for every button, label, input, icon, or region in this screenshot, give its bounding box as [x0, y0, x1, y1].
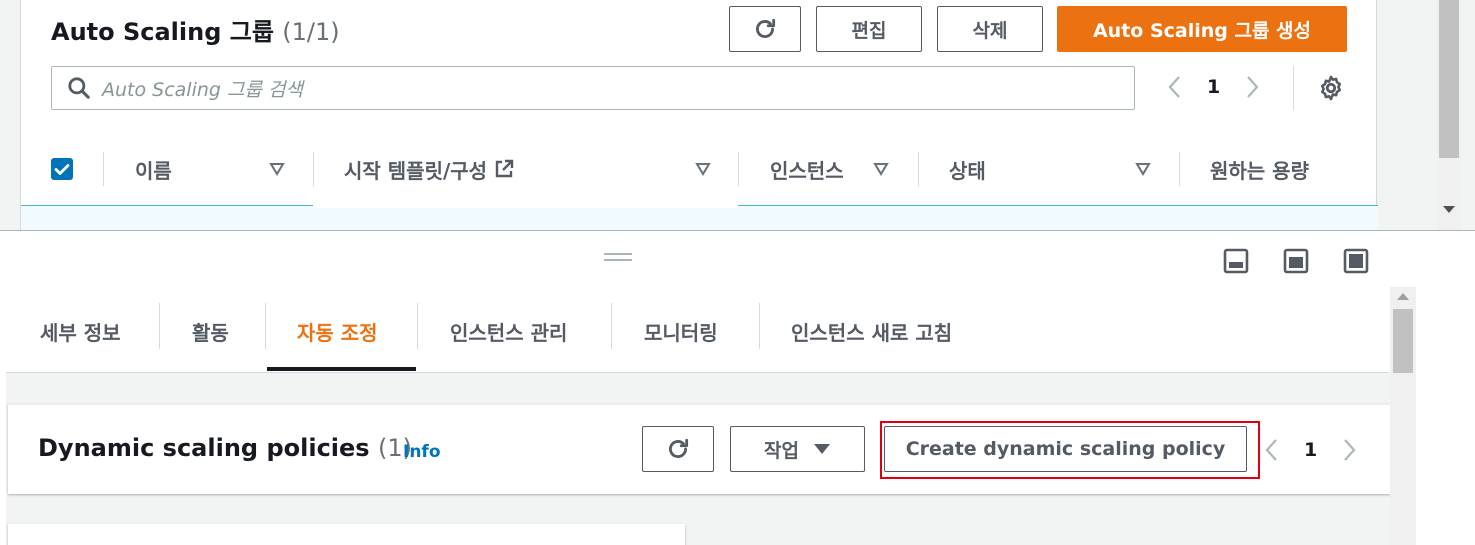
column-header-desired-capacity[interactable]: 원하는 용량	[1210, 140, 1309, 198]
scrollbar-thumb[interactable]	[1393, 309, 1413, 373]
panel-side-icon[interactable]	[1283, 248, 1309, 274]
asg-title: Auto Scaling 그룹 (1/1)	[51, 12, 340, 47]
asg-search-input[interactable]: Auto Scaling 그룹 검색	[51, 66, 1135, 110]
pager-divider	[1293, 66, 1294, 110]
column-header-name[interactable]: 이름	[135, 140, 172, 198]
tab-details[interactable]: 세부 정보	[40, 317, 121, 346]
tab-divider	[265, 303, 266, 349]
policies-page-number[interactable]: 1	[1304, 439, 1317, 461]
asg-pagination: 1	[1165, 74, 1262, 100]
column-header-instances[interactable]: 인스턴스	[770, 140, 844, 198]
scroll-down-arrow-icon[interactable]	[1443, 206, 1455, 213]
caret-down-icon	[813, 444, 830, 454]
column-divider	[1179, 152, 1180, 186]
column-divider	[313, 152, 314, 186]
refresh-icon	[669, 438, 689, 458]
chevron-left-icon[interactable]	[1262, 437, 1282, 463]
sort-down-icon[interactable]	[1135, 162, 1151, 176]
chevron-right-icon[interactable]	[1242, 74, 1262, 100]
scroll-up-arrow-icon[interactable]	[1397, 293, 1409, 300]
tab-divider	[159, 303, 160, 349]
actions-label: 작업	[764, 439, 799, 462]
tab-monitoring[interactable]: 모니터링	[644, 317, 718, 346]
sort-down-icon[interactable]	[873, 162, 889, 176]
policies-pagination: 1	[1262, 437, 1359, 463]
panel-full-icon[interactable]	[1343, 248, 1369, 274]
refresh-icon	[756, 18, 776, 38]
asg-panel: Auto Scaling 그룹 (1/1) 편집 삭제 Auto Scaling…	[0, 0, 1461, 230]
sort-down-icon[interactable]	[695, 162, 711, 176]
asg-refresh-button[interactable]	[729, 6, 801, 52]
asg-page-number[interactable]: 1	[1207, 76, 1220, 98]
table-row[interactable]	[21, 205, 1378, 230]
tab-instance-refresh[interactable]: 인스턴스 새로 고침	[791, 317, 952, 346]
tab-divider	[759, 303, 760, 349]
gear-icon[interactable]	[1317, 74, 1345, 102]
annotation-highlight-box	[880, 421, 1260, 479]
tab-activity[interactable]: 활동	[192, 317, 229, 346]
column-divider	[103, 152, 104, 186]
policies-title-text: Dynamic scaling policies	[38, 434, 370, 462]
details-panel-scrollbar[interactable]	[1390, 287, 1416, 545]
asg-title-text: Auto Scaling 그룹	[51, 18, 274, 46]
policy-item-card	[8, 524, 685, 545]
tab-automatic-scaling[interactable]: 자동 조정	[297, 317, 378, 346]
asg-delete-button[interactable]: 삭제	[937, 6, 1043, 52]
external-link-icon	[495, 159, 514, 178]
tab-instance-management[interactable]: 인스턴스 관리	[450, 317, 567, 346]
search-icon	[68, 77, 90, 99]
asg-panel-scrollbar[interactable]	[1437, 0, 1461, 230]
asg-search-placeholder: Auto Scaling 그룹 검색	[102, 78, 303, 101]
chevron-left-icon[interactable]	[1165, 74, 1185, 100]
row-highlight-gap	[313, 198, 738, 208]
asg-create-button[interactable]: Auto Scaling 그룹 생성	[1057, 6, 1347, 52]
tab-divider	[417, 303, 418, 349]
column-divider	[738, 152, 739, 186]
asg-edit-button[interactable]: 편집	[816, 6, 922, 52]
panel-bottom-icon[interactable]	[1223, 248, 1249, 274]
info-link[interactable]: Info	[403, 442, 441, 462]
policies-title: Dynamic scaling policies (1)	[38, 434, 412, 462]
scrollbar-thumb[interactable]	[1439, 0, 1459, 158]
tab-divider	[611, 303, 612, 349]
asg-title-count: (1/1)	[282, 18, 340, 46]
chevron-right-icon[interactable]	[1339, 437, 1359, 463]
column-header-launch-template[interactable]: 시작 템플릿/구성	[344, 140, 515, 198]
actions-dropdown-button[interactable]: 작업	[730, 426, 865, 472]
column-divider	[918, 152, 919, 186]
policies-refresh-button[interactable]	[642, 426, 714, 472]
asg-table-card: Auto Scaling 그룹 (1/1) 편집 삭제 Auto Scaling…	[20, 0, 1378, 230]
details-panel: 세부 정보 활동 자동 조정 인스턴스 관리 모니터링 인스턴스 새로 고침 D…	[0, 231, 1475, 545]
resize-handle[interactable]	[604, 253, 632, 261]
active-tab-indicator	[267, 367, 416, 371]
sort-down-icon[interactable]	[269, 162, 285, 176]
column-header-launch-template-label: 시작 템플릿/구성	[344, 158, 488, 183]
column-header-status[interactable]: 상태	[949, 140, 986, 198]
asg-table-header: 이름 시작 템플릿/구성 인스턴스 상태 원하는 용량	[21, 140, 1378, 198]
